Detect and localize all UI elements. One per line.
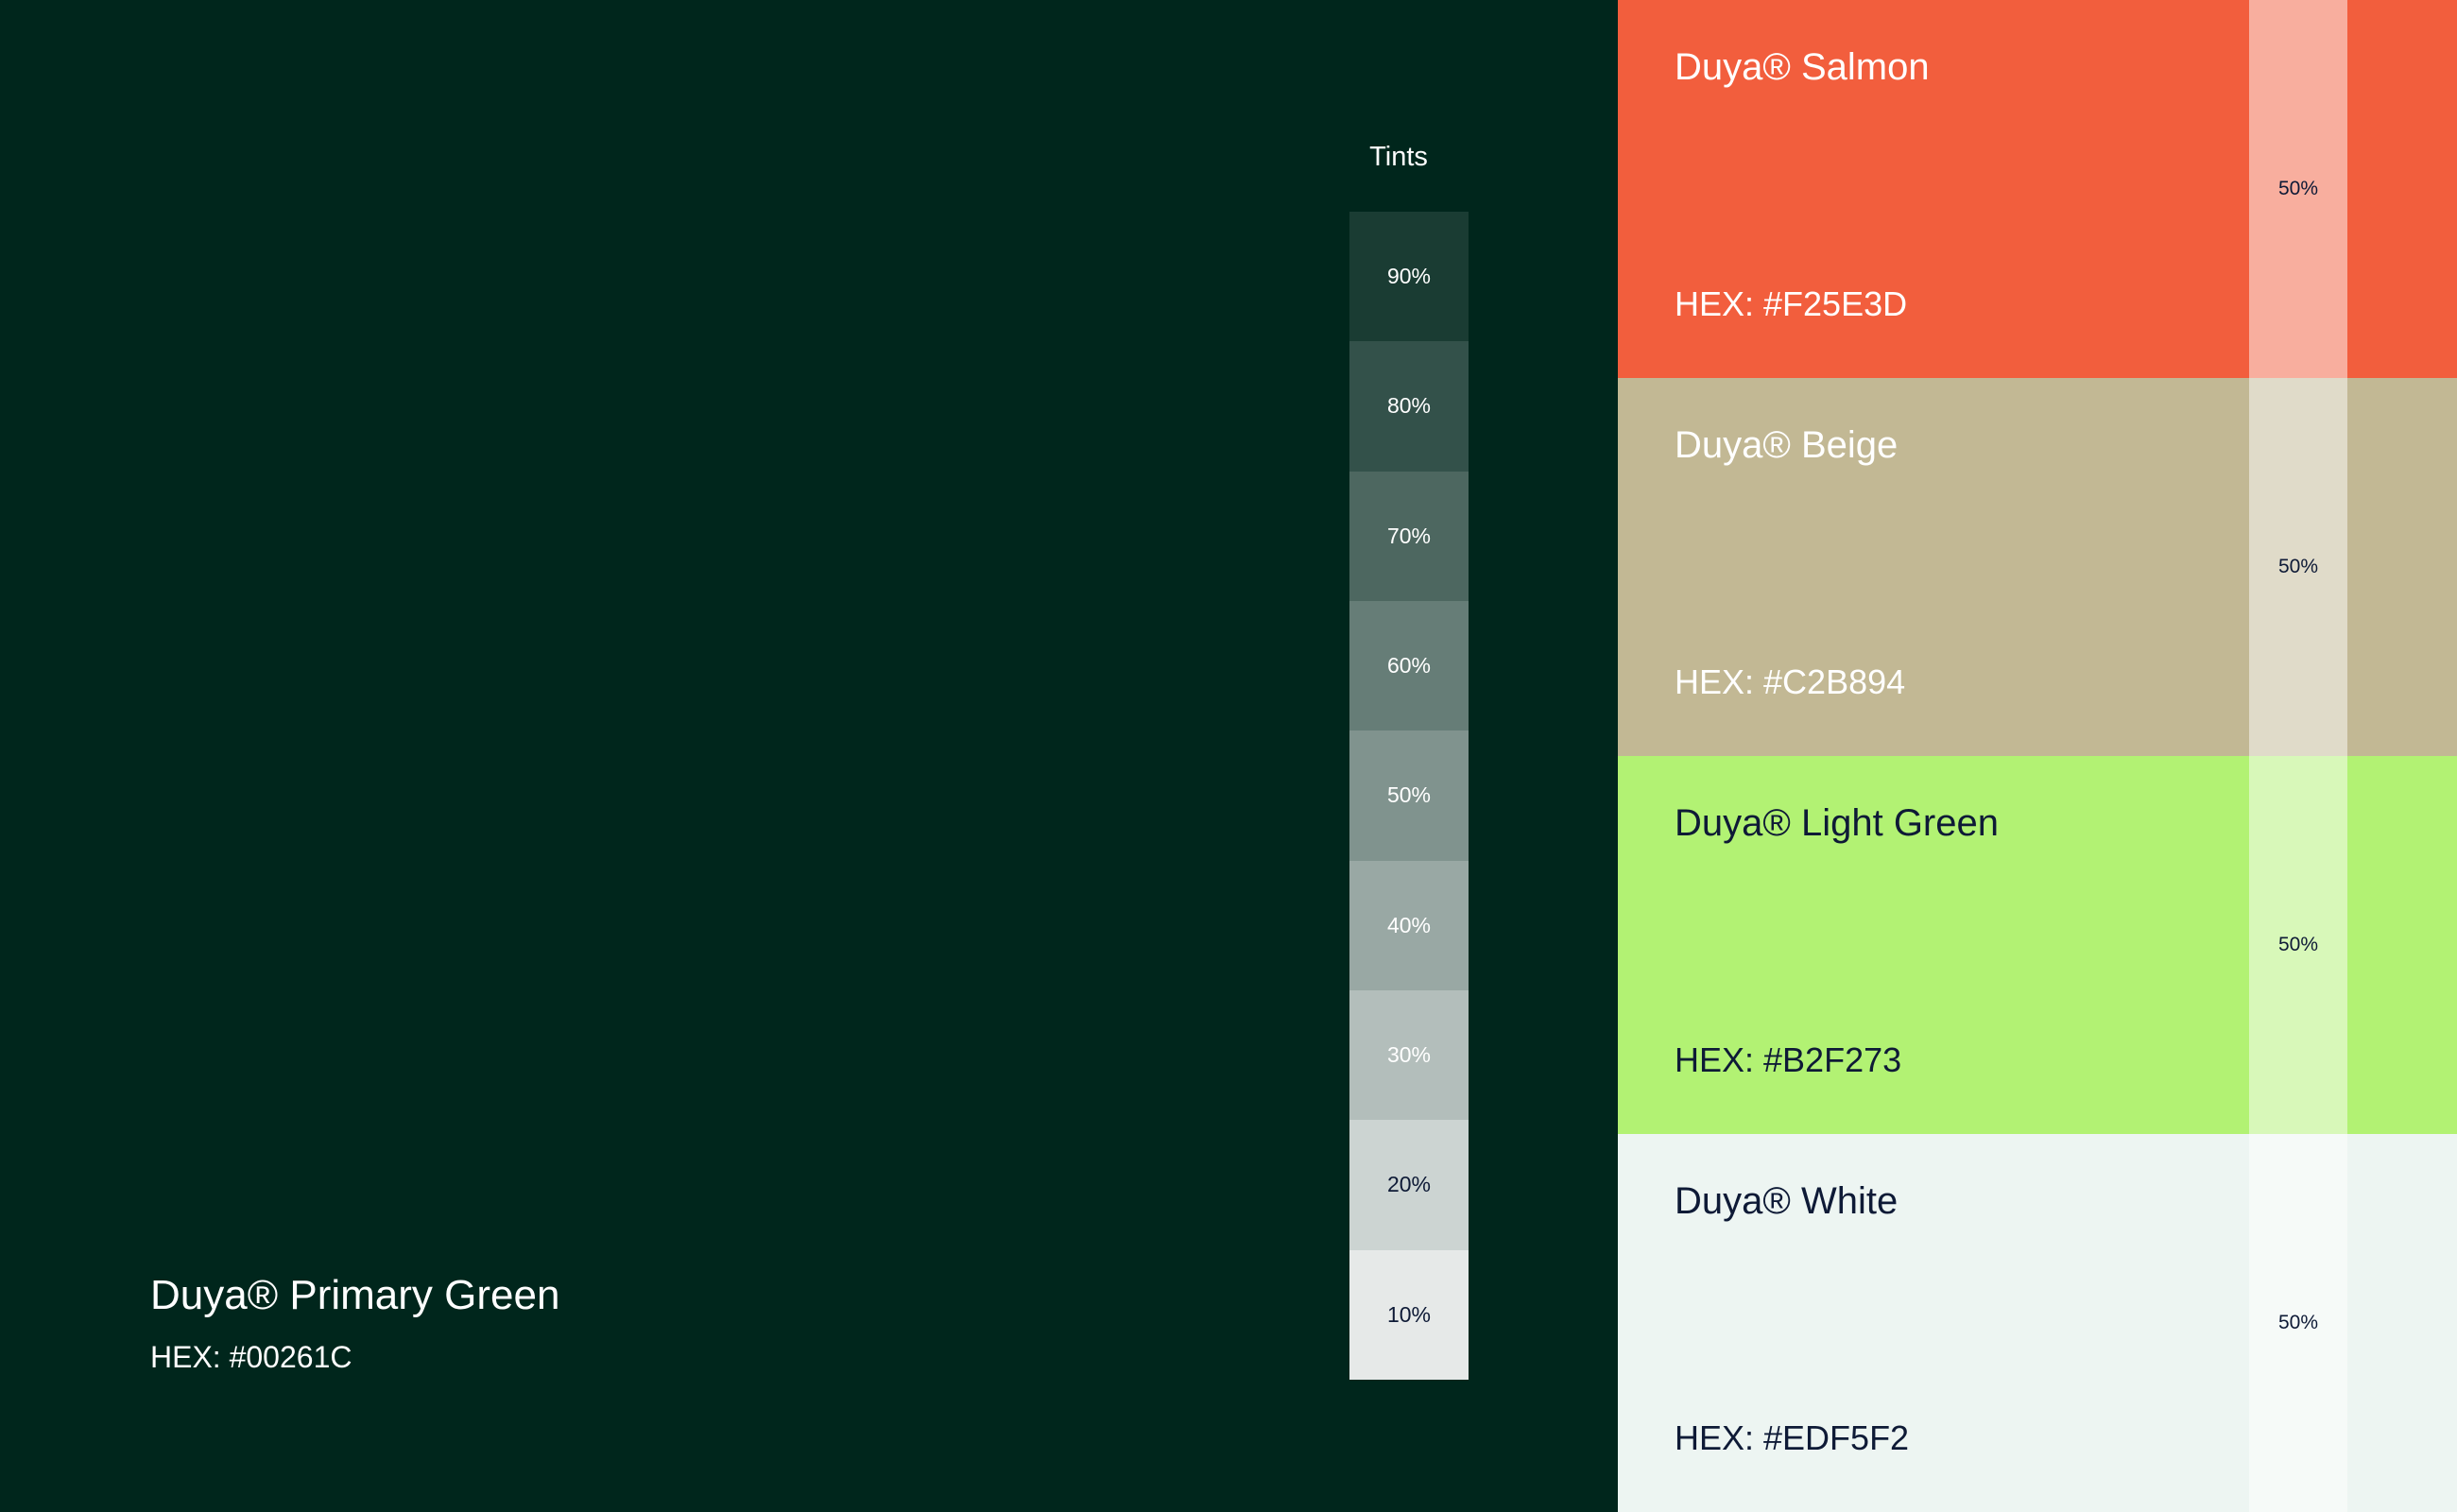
tint-swatch-90: 90% <box>1349 212 1469 342</box>
tint-label: 20% <box>1386 1172 1432 1197</box>
accent-colors: Duya® Salmon HEX: #F25E3D 50% Duya® Beig… <box>1618 0 2457 1512</box>
tint-swatch-30: 30% <box>1349 989 1469 1121</box>
accent-tint-label: 50% <box>2277 556 2319 577</box>
accent-white: Duya® White HEX: #EDF5F2 50% <box>1618 1134 2457 1512</box>
accent-hex: HEX: #F25E3D <box>1675 284 1908 323</box>
tint-swatch-70: 70% <box>1349 471 1469 601</box>
accent-beige: Duya® Beige HEX: #C2B894 50% <box>1618 378 2457 756</box>
accent-tint-strip: 50% <box>2249 378 2347 756</box>
color-palette-page: Duya® Primary Green HEX: #00261C Tints 9… <box>0 0 2457 1512</box>
tint-column: 90% 80% 70% 60% 50% 40% 30% 20% 10% <box>1349 212 1469 1380</box>
accent-tint-label: 50% <box>2277 178 2319 199</box>
tints-heading: Tints <box>1369 142 1428 172</box>
accent-tint-strip: 50% <box>2249 0 2347 378</box>
accent-hex: HEX: #C2B894 <box>1675 662 1906 701</box>
tint-swatch-20: 20% <box>1349 1120 1469 1250</box>
accent-tint-strip: 50% <box>2249 756 2347 1134</box>
accent-light-green: Duya® Light Green HEX: #B2F273 50% <box>1618 756 2457 1134</box>
tint-label: 90% <box>1386 264 1432 289</box>
accent-tint-label: 50% <box>2277 1312 2319 1333</box>
tint-label: 30% <box>1386 1042 1432 1068</box>
accent-name: Duya® Beige <box>1675 424 1899 466</box>
accent-salmon: Duya® Salmon HEX: #F25E3D 50% <box>1618 0 2457 378</box>
accent-hex: HEX: #EDF5F2 <box>1675 1418 1910 1457</box>
tint-label: 10% <box>1386 1301 1432 1327</box>
tint-label: 60% <box>1386 653 1432 679</box>
tint-label: 80% <box>1386 393 1432 419</box>
tint-swatch-40: 40% <box>1349 860 1469 990</box>
tint-label: 40% <box>1386 912 1432 937</box>
accent-name: Duya® Salmon <box>1675 46 1930 88</box>
tint-label: 50% <box>1386 782 1432 808</box>
tint-label: 70% <box>1386 523 1432 548</box>
primary-color-name: Duya® Primary Green <box>150 1272 560 1318</box>
tint-swatch-80: 80% <box>1349 341 1469 472</box>
accent-tint-label: 50% <box>2277 934 2319 955</box>
primary-color-hex: HEX: #00261C <box>150 1340 352 1374</box>
tint-swatch-10: 10% <box>1349 1249 1469 1380</box>
tint-swatch-50: 50% <box>1349 730 1469 861</box>
accent-tint-strip: 50% <box>2249 1134 2347 1512</box>
accent-name: Duya® White <box>1675 1180 1899 1222</box>
accent-name: Duya® Light Green <box>1675 802 1999 844</box>
tint-swatch-60: 60% <box>1349 600 1469 731</box>
accent-hex: HEX: #B2F273 <box>1675 1040 1902 1079</box>
